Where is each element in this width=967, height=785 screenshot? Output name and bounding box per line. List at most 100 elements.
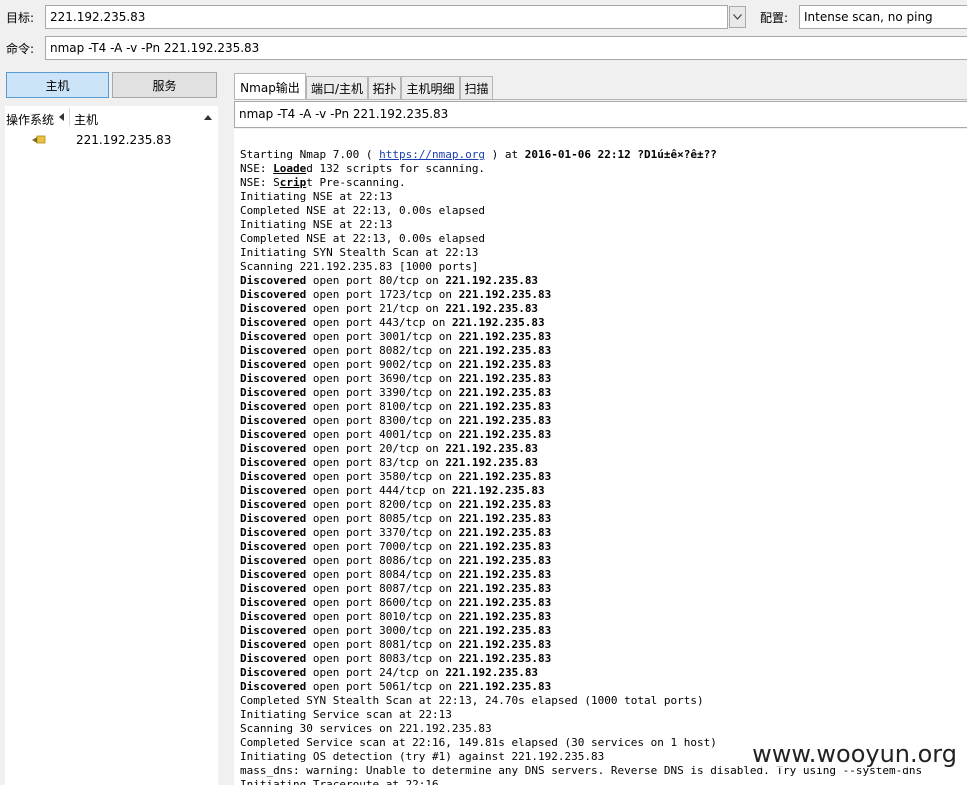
discovered-port-line: Discovered open port 3001/tcp on 221.192… [240, 330, 551, 343]
port-number: 8300/tcp [379, 414, 433, 427]
discovered-port-line: Discovered open port 8084/tcp on 221.192… [240, 568, 551, 581]
discovered-word: Discovered [240, 540, 307, 553]
open-port-text: open port [306, 456, 380, 469]
output-line: Initiating Service scan at 22:13 [240, 708, 452, 721]
discovered-port-line: Discovered open port 4001/tcp on 221.192… [240, 428, 551, 441]
open-port-text: open port [306, 288, 380, 301]
discovered-word: Discovered [240, 344, 307, 357]
discovered-word: Discovered [240, 456, 307, 469]
profile-select[interactable]: Intense scan, no ping [799, 5, 967, 29]
nmap-output-text[interactable]: Starting Nmap 7.00 ( https://nmap.org ) … [234, 129, 967, 785]
discovered-port-line: Discovered open port 8086/tcp on 221.192… [240, 554, 551, 567]
on-text: on [432, 540, 459, 553]
port-ip: 221.192.235.83 [451, 316, 545, 329]
discovered-port-line: Discovered open port 3390/tcp on 221.192… [240, 386, 551, 399]
on-text: on [432, 680, 459, 693]
open-port-text: open port [306, 498, 380, 511]
discovered-word: Discovered [240, 554, 307, 567]
discovered-port-line: Discovered open port 80/tcp on 221.192.2… [240, 274, 538, 287]
discovered-port-line: Discovered open port 8100/tcp on 221.192… [240, 400, 551, 413]
open-port-text: open port [306, 302, 380, 315]
discovered-port-line: Discovered open port 8600/tcp on 221.192… [240, 596, 551, 609]
discovered-word: Discovered [240, 274, 307, 287]
on-text: on [432, 652, 459, 665]
port-number: 21/tcp [379, 302, 419, 315]
on-text: on [432, 596, 459, 609]
profile-label: 配置: [760, 11, 789, 25]
port-number: 1723/tcp [379, 288, 433, 301]
command-input[interactable]: nmap -T4 -A -v -Pn 221.192.235.83 [45, 36, 967, 60]
output-command-select[interactable]: nmap -T4 -A -v -Pn 221.192.235.83 [234, 101, 967, 128]
port-ip: 221.192.235.83 [458, 358, 552, 371]
on-text: on [432, 554, 459, 567]
discovered-port-line: Discovered open port 8083/tcp on 221.192… [240, 652, 551, 665]
discovered-word: Discovered [240, 470, 307, 483]
port-ip: 221.192.235.83 [445, 456, 539, 469]
target-input[interactable]: 221.192.235.83 [45, 5, 728, 29]
hosts-view-button[interactable]: 主机 [6, 72, 109, 98]
discovered-port-line: Discovered open port 1723/tcp on 221.192… [240, 288, 551, 301]
port-ip: 221.192.235.83 [458, 540, 552, 553]
port-ip: 221.192.235.83 [445, 442, 539, 455]
port-ip: 221.192.235.83 [445, 302, 539, 315]
discovered-port-line: Discovered open port 83/tcp on 221.192.2… [240, 456, 538, 469]
on-text: on [432, 386, 459, 399]
discovered-port-line: Discovered open port 20/tcp on 221.192.2… [240, 442, 538, 455]
column-host[interactable]: 主机 [74, 111, 98, 128]
nmap-link[interactable]: https://nmap.org [379, 148, 485, 161]
tab-ports-hosts[interactable]: 端口/主机 [306, 76, 368, 99]
discovered-port-line: Discovered open port 21/tcp on 221.192.2… [240, 302, 538, 315]
watermark: www.wooyun.org [750, 740, 959, 768]
sort-up-icon [204, 115, 212, 120]
port-number: 8100/tcp [379, 400, 433, 413]
on-text: on [418, 274, 446, 287]
port-number: 83/tcp [379, 456, 419, 469]
discovered-port-line: Discovered open port 8082/tcp on 221.192… [240, 344, 551, 357]
open-port-text: open port [306, 512, 380, 525]
open-port-text: open port [306, 442, 380, 455]
open-port-text: open port [306, 484, 380, 497]
discovered-word: Discovered [240, 582, 307, 595]
open-port-text: open port [306, 470, 380, 483]
open-port-text: open port [306, 652, 380, 665]
on-text: on [418, 456, 446, 469]
open-port-text: open port [306, 274, 380, 287]
discovered-port-line: Discovered open port 443/tcp on 221.192.… [240, 316, 545, 329]
discovered-word: Discovered [240, 652, 307, 665]
tab-topology[interactable]: 拓扑 [368, 76, 401, 99]
discovered-word: Discovered [240, 568, 307, 581]
port-ip: 221.192.235.83 [458, 386, 552, 399]
tab-nmap-output[interactable]: Nmap输出 [234, 73, 306, 100]
port-ip: 221.192.235.83 [458, 526, 552, 539]
on-text: on [432, 428, 459, 441]
port-ip: 221.192.235.83 [458, 330, 552, 343]
discovered-port-line: Discovered open port 444/tcp on 221.192.… [240, 484, 545, 497]
open-port-text: open port [306, 540, 380, 553]
host-row[interactable]: 221.192.235.83 [5, 130, 218, 150]
port-ip: 221.192.235.83 [445, 274, 539, 287]
port-number: 443/tcp [379, 316, 426, 329]
on-text: on [425, 316, 452, 329]
discovered-port-line: Discovered open port 8300/tcp on 221.192… [240, 414, 551, 427]
column-os[interactable]: 操作系统 [6, 111, 54, 128]
discovered-word: Discovered [240, 428, 307, 441]
discovered-word: Discovered [240, 386, 307, 399]
target-dropdown-button[interactable] [729, 6, 746, 28]
open-port-text: open port [306, 568, 380, 581]
output-line: Initiating Traceroute at 22:16 [240, 778, 439, 785]
port-number: 8084/tcp [379, 568, 433, 581]
tab-host-details[interactable]: 主机明细 [401, 76, 460, 99]
discovered-word: Discovered [240, 414, 307, 427]
discovered-port-line: Discovered open port 3000/tcp on 221.192… [240, 624, 551, 637]
on-text: on [432, 624, 459, 637]
open-port-text: open port [306, 372, 380, 385]
discovered-word: Discovered [240, 526, 307, 539]
tab-scans[interactable]: 扫描 [460, 76, 493, 99]
discovered-word: Discovered [240, 484, 307, 497]
port-number: 3580/tcp [379, 470, 433, 483]
discovered-word: Discovered [240, 638, 307, 651]
output-content: Starting Nmap 7.00 ( https://nmap.org ) … [234, 129, 967, 785]
discovered-word: Discovered [240, 302, 307, 315]
services-view-button[interactable]: 服务 [112, 72, 217, 98]
port-ip: 221.192.235.83 [458, 638, 552, 651]
